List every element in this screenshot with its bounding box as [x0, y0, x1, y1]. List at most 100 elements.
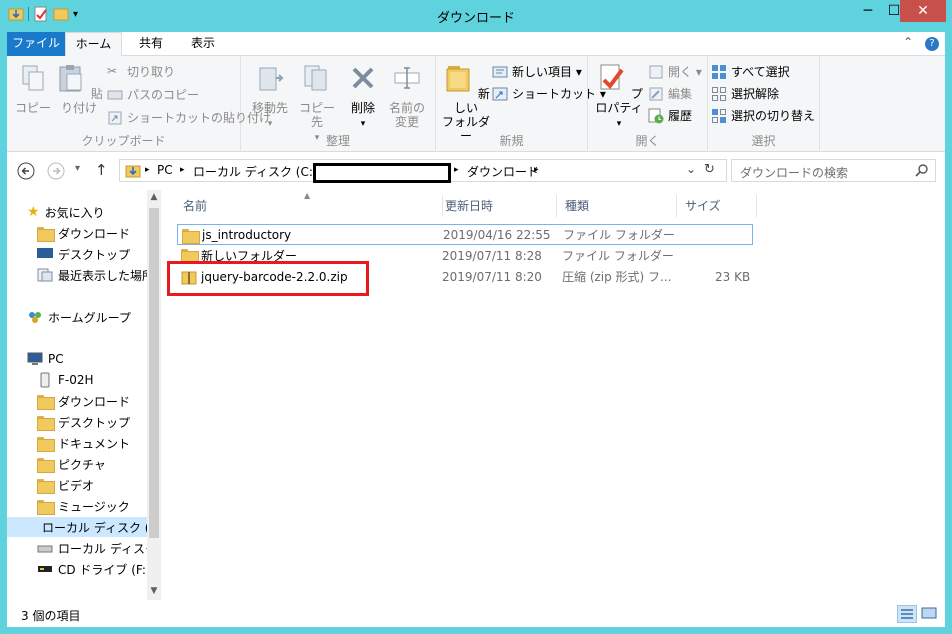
- recent-locations-dropdown[interactable]: ▾: [75, 163, 80, 174]
- help-icon[interactable]: ?: [925, 37, 939, 51]
- nav-pc[interactable]: PC: [27, 349, 64, 369]
- nav-pc-local-disk-d[interactable]: ローカル ディスク (D:): [37, 538, 161, 558]
- edit-icon: [649, 87, 663, 100]
- close-button[interactable]: ✕: [900, 0, 946, 22]
- crumb-separator-icon: ▸: [454, 165, 459, 175]
- scroll-thumb[interactable]: [149, 208, 159, 538]
- rename-icon: [394, 67, 420, 89]
- invert-selection-icon: [712, 108, 726, 123]
- ribbon-tabs: ファイル ホーム 共有 表示 ⌃ ?: [7, 32, 945, 56]
- nav-pc-pictures[interactable]: ピクチャ: [37, 454, 106, 474]
- music-folder-icon: [37, 499, 55, 515]
- forward-button[interactable]: [47, 162, 65, 184]
- delete-label: 削除: [350, 101, 375, 115]
- tab-view[interactable]: 表示: [179, 32, 227, 56]
- properties-button[interactable]: プロパティ ▾: [594, 62, 644, 131]
- nav-pc-downloads-label: ダウンロード: [58, 394, 131, 409]
- move-to-button[interactable]: 移動先 ▾: [249, 62, 291, 131]
- new-folder-button[interactable]: 新しい フォルダー: [440, 62, 492, 143]
- column-header-type[interactable]: 種類: [557, 195, 677, 217]
- copy-path-icon: [107, 90, 123, 99]
- column-header-name[interactable]: 名前: [175, 195, 443, 217]
- nav-pc-documents[interactable]: ドキュメント: [37, 433, 130, 453]
- new-item-button[interactable]: 新しい項目 ▾: [492, 63, 582, 80]
- window-title: ダウンロード: [436, 11, 515, 26]
- history-label: 履歴: [668, 109, 693, 123]
- scroll-down-icon[interactable]: ▼: [147, 586, 161, 596]
- large-icons-view-icon: [921, 607, 937, 619]
- crumb-separator-icon: ▸: [145, 165, 150, 175]
- refresh-icon[interactable]: ↻: [704, 162, 715, 177]
- move-to-dropdown-icon: ▾: [267, 119, 273, 129]
- nav-favorites[interactable]: ★ お気に入り: [27, 202, 105, 222]
- ribbon-collapse-icon[interactable]: ⌃: [903, 35, 913, 49]
- back-button[interactable]: [17, 162, 35, 184]
- back-arrow-icon: [17, 162, 35, 180]
- item-count: 3 個の項目: [21, 609, 81, 623]
- file-type: ファイル フォルダー: [562, 249, 674, 263]
- new-folder-icon: [446, 66, 470, 92]
- navigation-pane: ★ お気に入り ダウンロード デスクトップ 最近表示した場所 ホームグループ PC…: [7, 190, 161, 600]
- minimize-button[interactable]: ─: [855, 0, 881, 22]
- tab-file[interactable]: ファイル: [7, 32, 65, 56]
- nav-pc-local-disk-d-label: ローカル ディスク (D:): [58, 541, 161, 556]
- nav-pc-videos[interactable]: ビデオ: [37, 475, 94, 495]
- scroll-up-icon[interactable]: ▲: [147, 192, 161, 202]
- nav-fav-downloads[interactable]: ダウンロード: [37, 223, 130, 243]
- shortcut-icon: [492, 87, 508, 100]
- nav-pc-cd-drive[interactable]: CD ドライブ (F:): [37, 559, 151, 579]
- content-area: ★ お気に入り ダウンロード デスクトップ 最近表示した場所 ホームグループ PC…: [7, 190, 945, 600]
- nav-scrollbar[interactable]: ▲ ▼: [147, 190, 161, 600]
- delete-button[interactable]: 削除 ▾: [347, 62, 379, 131]
- crumb-downloads[interactable]: ダウンロード: [467, 163, 539, 180]
- copy-path-button[interactable]: パスのコピー: [107, 86, 199, 103]
- history-button[interactable]: 履歴: [648, 107, 692, 124]
- copy-button[interactable]: コピー: [15, 62, 51, 115]
- drive-icon: [37, 545, 53, 553]
- select-none-button[interactable]: 選択解除: [711, 85, 779, 102]
- nav-pc-downloads[interactable]: ダウンロード: [37, 391, 130, 411]
- nav-homegroup[interactable]: ホームグループ: [27, 307, 131, 327]
- address-dropdown-icon[interactable]: ⌄: [686, 162, 696, 176]
- up-button[interactable]: ↑: [95, 161, 108, 179]
- nav-pc-music-label: ミュージック: [58, 499, 130, 514]
- tab-home[interactable]: ホーム: [65, 32, 122, 56]
- select-all-button[interactable]: すべて選択: [711, 63, 790, 80]
- address-field[interactable]: ▸ PC ▸ ローカル ディスク (C:) ▸ ダウンロード ▸ ⌄ ↻: [119, 159, 727, 183]
- new-group-label: 新規: [499, 134, 524, 148]
- nav-fav-desktop-label: デスクトップ: [58, 247, 131, 262]
- tab-share[interactable]: 共有: [127, 32, 175, 56]
- nav-pc-local-disk-c[interactable]: ローカル ディスク (C:): [7, 517, 161, 537]
- nav-fav-recent[interactable]: 最近表示した場所: [37, 265, 154, 285]
- paste-button[interactable]: 貼り付け: [55, 62, 103, 115]
- organize-group-label: 整理: [325, 134, 350, 148]
- nav-pc-desktop[interactable]: デスクトップ: [37, 412, 130, 432]
- column-header-date[interactable]: 更新日時: [437, 195, 557, 217]
- crumb-local-disk[interactable]: ローカル ディスク (C:): [193, 163, 318, 180]
- nav-pc-f02h-label: F-02H: [58, 373, 94, 387]
- nav-pc-music[interactable]: ミュージック: [37, 496, 130, 516]
- file-row[interactable]: js_introductory 2019/04/16 22:55 ファイル フォ…: [177, 224, 753, 245]
- rename-button[interactable]: 名前の 変更: [387, 62, 427, 129]
- recent-places-icon: [37, 268, 53, 282]
- file-date: 2019/07/11 8:28: [442, 248, 542, 263]
- nav-pc-label: PC: [48, 352, 64, 366]
- large-icons-view-button[interactable]: [920, 605, 940, 623]
- search-box[interactable]: ダウンロードの検索: [731, 159, 936, 182]
- details-view-button[interactable]: [897, 605, 917, 623]
- edit-button[interactable]: 編集: [648, 85, 692, 102]
- cut-label: 切り取り: [127, 65, 176, 79]
- column-header-size[interactable]: サイズ: [677, 195, 757, 217]
- file-name: js_introductory: [202, 227, 292, 242]
- nav-fav-desktop[interactable]: デスクトップ: [37, 244, 130, 264]
- cut-button[interactable]: ✂ 切り取り: [107, 63, 175, 80]
- invert-selection-button[interactable]: 選択の切り替え: [711, 107, 815, 124]
- clipboard-group-label: クリップボード: [81, 134, 166, 148]
- open-button[interactable]: 開く ▾: [648, 63, 702, 80]
- open-group: プロパティ ▾ 開く ▾ 編集 履歴 開く: [588, 56, 708, 152]
- nav-pc-f02h[interactable]: F-02H: [37, 370, 94, 390]
- crumb-pc[interactable]: PC: [157, 163, 173, 177]
- explorer-window: ▾ ダウンロード ─ ☐ ✕ ファイル ホーム 共有 表示 ⌃ ? コピー 貼り…: [0, 0, 952, 634]
- new-item-label: 新しい項目 ▾: [512, 65, 582, 79]
- copy-to-icon: [304, 65, 327, 91]
